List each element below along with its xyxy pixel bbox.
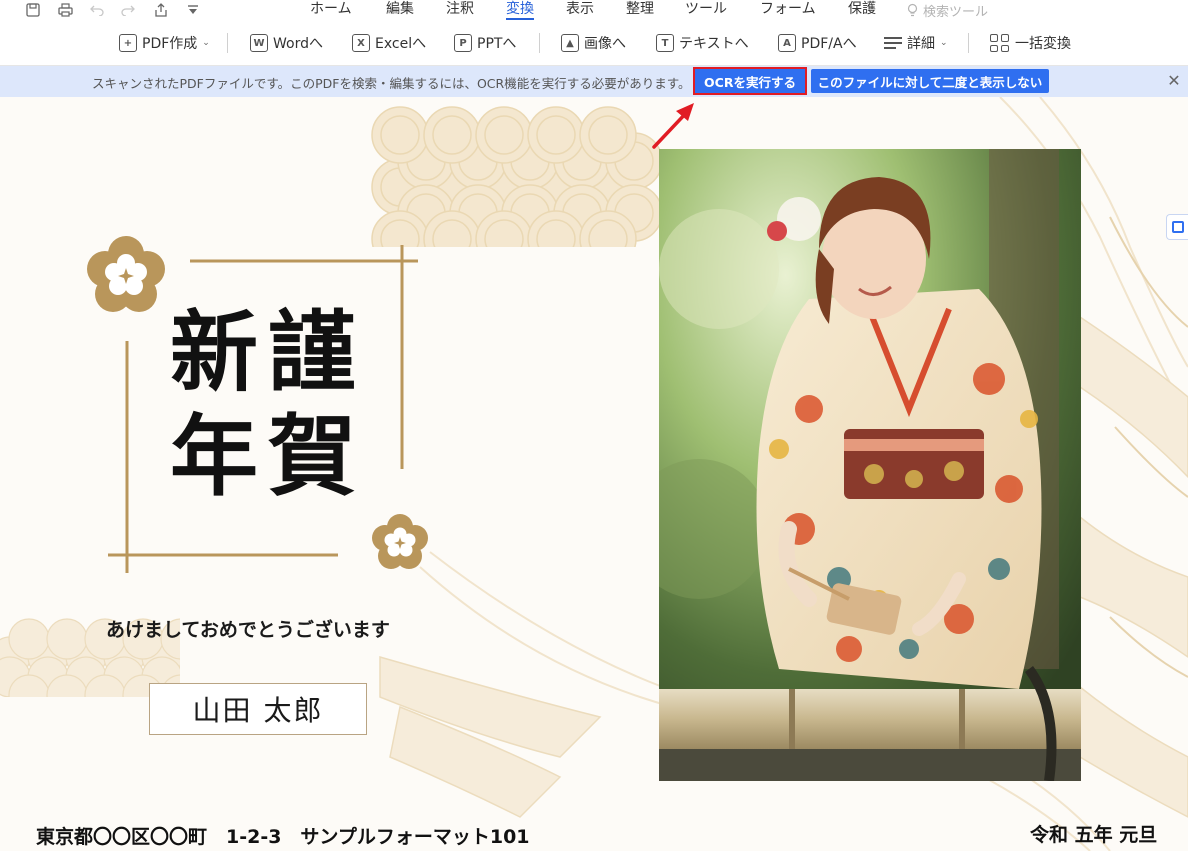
title-char-shin: 新 bbox=[170, 301, 259, 404]
menu-protect[interactable]: 保護 bbox=[848, 0, 876, 20]
menu-forms[interactable]: フォーム bbox=[760, 0, 816, 20]
to-pdfa-button[interactable]: A PDF/Aへ bbox=[778, 31, 857, 55]
to-text-button[interactable]: T テキストへ bbox=[656, 31, 749, 55]
to-ppt-label: PPTへ bbox=[477, 36, 517, 52]
undo-icon[interactable] bbox=[88, 1, 106, 19]
toolbar-divider bbox=[539, 33, 540, 53]
excel-icon: X bbox=[352, 34, 370, 52]
to-word-button[interactable]: W Wordへ bbox=[250, 31, 323, 55]
ocr-message: スキャンされたPDFファイルです。このPDFを検索・編集するには、OCR機能を実… bbox=[92, 76, 691, 91]
chevron-down-icon: ⌄ bbox=[202, 38, 210, 48]
search-tools-label: 検索ツール bbox=[923, 4, 989, 20]
to-ppt-button[interactable]: P PPTへ bbox=[454, 31, 516, 55]
details-button[interactable]: 詳細 ⌄ bbox=[884, 31, 948, 55]
to-pdfa-label: PDF/Aへ bbox=[801, 36, 857, 52]
convert-toolbar: + PDF作成 ⌄ W Wordへ X Excelへ P PPTへ ▲ 画像へ … bbox=[0, 22, 1188, 66]
ocr-notification-bar: スキャンされたPDFファイルです。このPDFを検索・編集するには、OCR機能を実… bbox=[0, 66, 1188, 97]
menu-home[interactable]: ホーム bbox=[310, 0, 352, 20]
panel-icon bbox=[1171, 221, 1184, 233]
menu-convert[interactable]: 変換 bbox=[506, 0, 534, 20]
dont-show-again-button[interactable]: このファイルに対して二度と表示しない bbox=[811, 69, 1049, 93]
to-excel-button[interactable]: X Excelへ bbox=[352, 31, 426, 55]
pdf-create-button[interactable]: + PDF作成 ⌄ bbox=[119, 31, 210, 55]
print-icon[interactable] bbox=[56, 1, 74, 19]
to-excel-label: Excelへ bbox=[375, 36, 427, 52]
to-image-label: 画像へ bbox=[584, 36, 626, 52]
title-char-nen: 年 bbox=[170, 405, 259, 508]
menu-view[interactable]: 表示 bbox=[566, 0, 594, 20]
menu-edit[interactable]: 編集 bbox=[386, 0, 414, 20]
text-icon: T bbox=[656, 34, 674, 52]
close-icon[interactable]: ✕ bbox=[1164, 70, 1184, 90]
sender-name-box: 山田 太郎 bbox=[149, 683, 367, 735]
sender-name: 山田 太郎 bbox=[192, 694, 324, 727]
greeting-text: あけましておめでとうございます bbox=[106, 619, 390, 641]
run-ocr-button[interactable]: OCRを実行する bbox=[693, 67, 807, 95]
menu-tools[interactable]: ツール bbox=[685, 0, 727, 20]
details-label: 詳細 bbox=[907, 36, 935, 52]
kimono-photo bbox=[659, 149, 1081, 781]
toolbar-divider bbox=[227, 33, 228, 53]
pdfa-icon: A bbox=[778, 34, 796, 52]
to-text-label: テキストへ bbox=[679, 36, 749, 52]
ppt-icon: P bbox=[454, 34, 472, 52]
side-panel-toggle[interactable] bbox=[1166, 214, 1188, 240]
sender-address: 東京都〇〇区〇〇町 1-2-3 サンプルフォーマット101 bbox=[36, 826, 530, 848]
red-arrow-icon bbox=[652, 103, 694, 149]
share-icon[interactable] bbox=[152, 1, 170, 19]
batch-convert-icon bbox=[990, 34, 1010, 52]
word-icon: W bbox=[250, 34, 268, 52]
pdf-editor-window: ホーム 編集 注釈 変換 表示 整理 ツール フォーム 保護 検索ツール + P… bbox=[0, 0, 1188, 851]
toolbar-divider bbox=[968, 33, 969, 53]
image-icon: ▲ bbox=[561, 34, 579, 52]
batch-convert-button[interactable]: 一括変換 bbox=[990, 31, 1071, 55]
title-char-kin: 謹 bbox=[268, 301, 357, 404]
menu-organize[interactable]: 整理 bbox=[626, 0, 654, 20]
customize-dropdown-icon[interactable] bbox=[184, 1, 202, 19]
menu-annotate[interactable]: 注釈 bbox=[446, 0, 474, 20]
plus-icon: + bbox=[119, 34, 137, 52]
chevron-down-icon: ⌄ bbox=[940, 38, 948, 48]
lightbulb-icon bbox=[907, 3, 918, 17]
list-settings-icon bbox=[884, 37, 902, 49]
document-page: 新 謹 年 賀 あけましておめでとうございます 山田 太郎 東京都〇〇区〇〇町 … bbox=[0, 97, 1188, 851]
to-image-button[interactable]: ▲ 画像へ bbox=[561, 31, 626, 55]
to-word-label: Wordへ bbox=[273, 36, 323, 52]
batch-convert-label: 一括変換 bbox=[1015, 36, 1071, 52]
save-icon[interactable] bbox=[24, 1, 42, 19]
title-char-ga: 賀 bbox=[268, 405, 357, 508]
pdf-create-label: PDF作成 bbox=[142, 36, 198, 52]
redo-icon[interactable] bbox=[119, 1, 137, 19]
menu-bar: ホーム 編集 注釈 変換 表示 整理 ツール フォーム 保護 検索ツール bbox=[0, 0, 1188, 22]
date-text: 令和 五年 元旦 bbox=[1030, 824, 1158, 846]
search-tools[interactable]: 検索ツール bbox=[906, 0, 988, 20]
